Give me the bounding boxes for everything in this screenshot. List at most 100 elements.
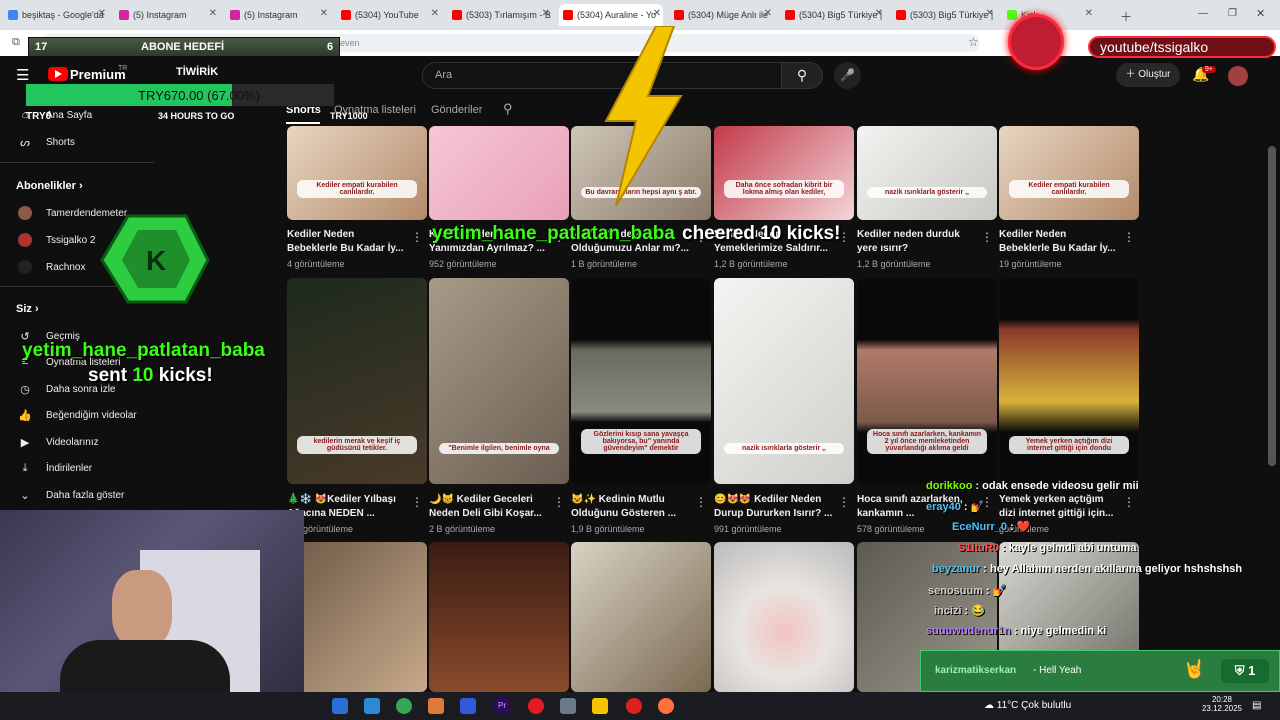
video-thumbnail[interactable]: [429, 542, 569, 692]
youtube-logo-icon[interactable]: [48, 67, 68, 81]
sidebar-item-sub[interactable]: Rachnox: [18, 260, 85, 274]
video-title[interactable]: 😊😻😻 Kediler Neden Durup Dururken Isırır?…: [714, 493, 838, 521]
chrome-icon[interactable]: [396, 698, 412, 714]
browser-tab[interactable]: (5304) Auraline - Yo ✕: [559, 4, 663, 26]
video-thumbnail[interactable]: Kediler empati kurabilen canlılardır.: [287, 126, 427, 220]
sidebar-item-downloads[interactable]: ⤓ İndirilenler: [18, 462, 93, 475]
taskbar-app-icon[interactable]: [332, 698, 348, 714]
tab-posts[interactable]: Gönderiler: [431, 104, 482, 116]
video-title[interactable]: Kediler neden durduk yere ısırır?: [857, 228, 981, 256]
close-tab-icon[interactable]: ✕: [320, 8, 328, 19]
chat-username[interactable]: senosuum: [928, 585, 983, 597]
taskbar-app-icon[interactable]: [560, 698, 576, 714]
opera-icon[interactable]: [528, 698, 544, 714]
chat-username[interactable]: incizi: [934, 605, 962, 617]
microphone-icon[interactable]: 🎤: [834, 62, 861, 89]
video-thumbnail[interactable]: Hoca sınıfı azarlarken, kankamın 2 yıl ö…: [857, 278, 997, 484]
video-thumbnail[interactable]: nazik ısırıklarla gösterir ,,: [714, 278, 854, 484]
video-thumbnail[interactable]: [429, 126, 569, 220]
browser-tab[interactable]: (5304) Müge Anlı ile ✕: [670, 4, 774, 26]
more-options-icon[interactable]: ⋮: [411, 495, 423, 509]
minimize-icon[interactable]: —: [1198, 8, 1208, 19]
video-title[interactable]: 🎄❄️ 😻Kediler Yılbaşı Ağacına NEDEN ...: [287, 493, 411, 521]
video-thumbnail[interactable]: nazik ısırıklarla gösterir ,,: [857, 126, 997, 220]
weather-widget[interactable]: ☁ 11°C Çok bulutlu: [984, 700, 1071, 711]
browser-tab[interactable]: (5304) YouTube ✕: [337, 4, 441, 26]
browser-tab[interactable]: (5) Instagram ✕: [115, 4, 219, 26]
sidebar-item-show-more[interactable]: ⌄ Daha fazla göster: [18, 489, 124, 502]
video-title[interactable]: 🌙😸 Kediler Geceleri Neden Deli Gibi Koşa…: [429, 493, 553, 521]
sidebar-item-liked[interactable]: 👍 Beğendiğim videolar: [18, 409, 136, 422]
video-thumbnail[interactable]: Yemek yerken açtığım dizi internet gitti…: [999, 278, 1139, 484]
close-tab-icon[interactable]: ✕: [764, 8, 772, 19]
close-tab-icon[interactable]: ✕: [98, 8, 106, 19]
clock[interactable]: 20:28 23.12.2025: [1200, 695, 1244, 713]
chat-username[interactable]: beyzanur: [932, 563, 980, 575]
bookmark-star-icon[interactable]: ☆: [968, 35, 979, 49]
firefox-icon[interactable]: [658, 698, 674, 714]
chat-username[interactable]: eray40: [926, 501, 961, 513]
sidebar-item-shorts[interactable]: ᔕ Shorts: [18, 136, 75, 149]
more-options-icon[interactable]: ⋮: [981, 230, 993, 244]
goal-label: ABONE HEDEFİ: [141, 41, 225, 53]
close-tab-icon[interactable]: ✕: [653, 8, 661, 19]
video-thumbnail[interactable]: Kediler empati kurabilen canlılardır.: [999, 126, 1139, 220]
more-options-icon[interactable]: ⋮: [1123, 230, 1135, 244]
video-thumbnail[interactable]: [571, 542, 711, 692]
you-header[interactable]: Siz ›: [16, 303, 39, 315]
close-tab-icon[interactable]: ✕: [542, 8, 550, 19]
premiere-icon[interactable]: Pr: [494, 698, 510, 714]
close-tab-icon[interactable]: ✕: [1085, 8, 1093, 19]
more-options-icon[interactable]: ⋮: [695, 495, 707, 509]
folder-icon[interactable]: [592, 698, 608, 714]
close-window-icon[interactable]: ✕: [1256, 7, 1265, 20]
close-tab-icon[interactable]: ✕: [431, 8, 439, 19]
video-thumbnail[interactable]: "Benimle ilgilen, benimle oyna: [429, 278, 569, 484]
scrollbar-thumb[interactable]: [1268, 146, 1276, 466]
chat-username[interactable]: S1ltuR0: [958, 542, 999, 554]
search-icon[interactable]: ⚲: [781, 62, 823, 89]
browser-tab[interactable]: (5304) Big5 Türkiye | ✕: [781, 4, 885, 26]
create-button[interactable]: ＋ Oluştur: [1116, 63, 1180, 87]
video-thumbnail[interactable]: [714, 542, 854, 692]
video-thumbnail[interactable]: Daha önce sofradan kibrit bir lokma almı…: [714, 126, 854, 220]
more-options-icon[interactable]: ⋮: [411, 230, 423, 244]
obs-icon[interactable]: [626, 698, 642, 714]
sidebar-item-your-videos[interactable]: ▶ Videolarınız: [18, 436, 99, 449]
video-views: 578 görüntüleme: [857, 524, 925, 534]
video-title[interactable]: 😺✨ Kedinin Mutlu Olduğunu Gösteren ...: [571, 493, 695, 521]
browser-tab[interactable]: (5303) Tırlamışım - B ✕: [448, 4, 552, 26]
tab-label: (5304) Big5 Türkiye |: [799, 10, 883, 20]
taskbar-app-icon[interactable]: [428, 698, 444, 714]
more-options-icon[interactable]: ⋮: [838, 495, 850, 509]
video-thumbnail[interactable]: [287, 542, 427, 692]
sidebar-item-sub[interactable]: Tssigalko 2: [18, 233, 95, 247]
new-tab-icon[interactable]: ＋: [1120, 8, 1132, 25]
thumbnail-caption: Daha önce sofradan kibrit bir lokma almı…: [724, 180, 844, 198]
sidebar-toggle-icon[interactable]: ⧉: [12, 36, 20, 49]
chat-username[interactable]: dorikkoo: [926, 480, 972, 492]
subscriptions-header[interactable]: Abonelikler ›: [16, 180, 83, 192]
tab-label: (5) Instagram: [133, 10, 187, 20]
video-thumbnail[interactable]: Gözlerini kısıp sana yavaşça bakıyorsa, …: [571, 278, 711, 484]
close-tab-icon[interactable]: ✕: [986, 8, 994, 19]
video-title[interactable]: Kediler Neden Bebeklerle Bu Kadar İy...: [287, 228, 411, 256]
restore-icon[interactable]: ❐: [1228, 8, 1237, 19]
browser-tab[interactable]: beşiktaş - Google'da ✕: [4, 4, 108, 26]
video-title[interactable]: Kediler Neden Bebeklerle Bu Kadar İy...: [999, 228, 1123, 256]
close-tab-icon[interactable]: ✕: [875, 8, 883, 19]
more-options-icon[interactable]: ⋮: [553, 495, 565, 509]
account-avatar[interactable]: [1228, 66, 1248, 86]
menu-icon[interactable]: ☰: [16, 66, 29, 84]
channel-search-icon[interactable]: ⚲: [503, 101, 513, 117]
chat-username[interactable]: EceNurr_0: [952, 521, 1007, 533]
browser-tab[interactable]: (5) Instagram ✕: [226, 4, 330, 26]
close-tab-icon[interactable]: ✕: [209, 8, 217, 19]
browser-tab[interactable]: (5303) Big5 Türkiye | ✕: [892, 4, 996, 26]
taskbar-app-icon[interactable]: [364, 698, 380, 714]
taskbar-app-icon[interactable]: [460, 698, 476, 714]
thumbnail-caption: nazik ısırıklarla gösterir ,,: [724, 443, 844, 454]
video-thumbnail[interactable]: kedilerin merak ve keşif iç güdüsünü tet…: [287, 278, 427, 484]
notification-center-icon[interactable]: ▤: [1252, 700, 1261, 711]
chat-username[interactable]: suuuwudenur1n: [926, 625, 1011, 637]
